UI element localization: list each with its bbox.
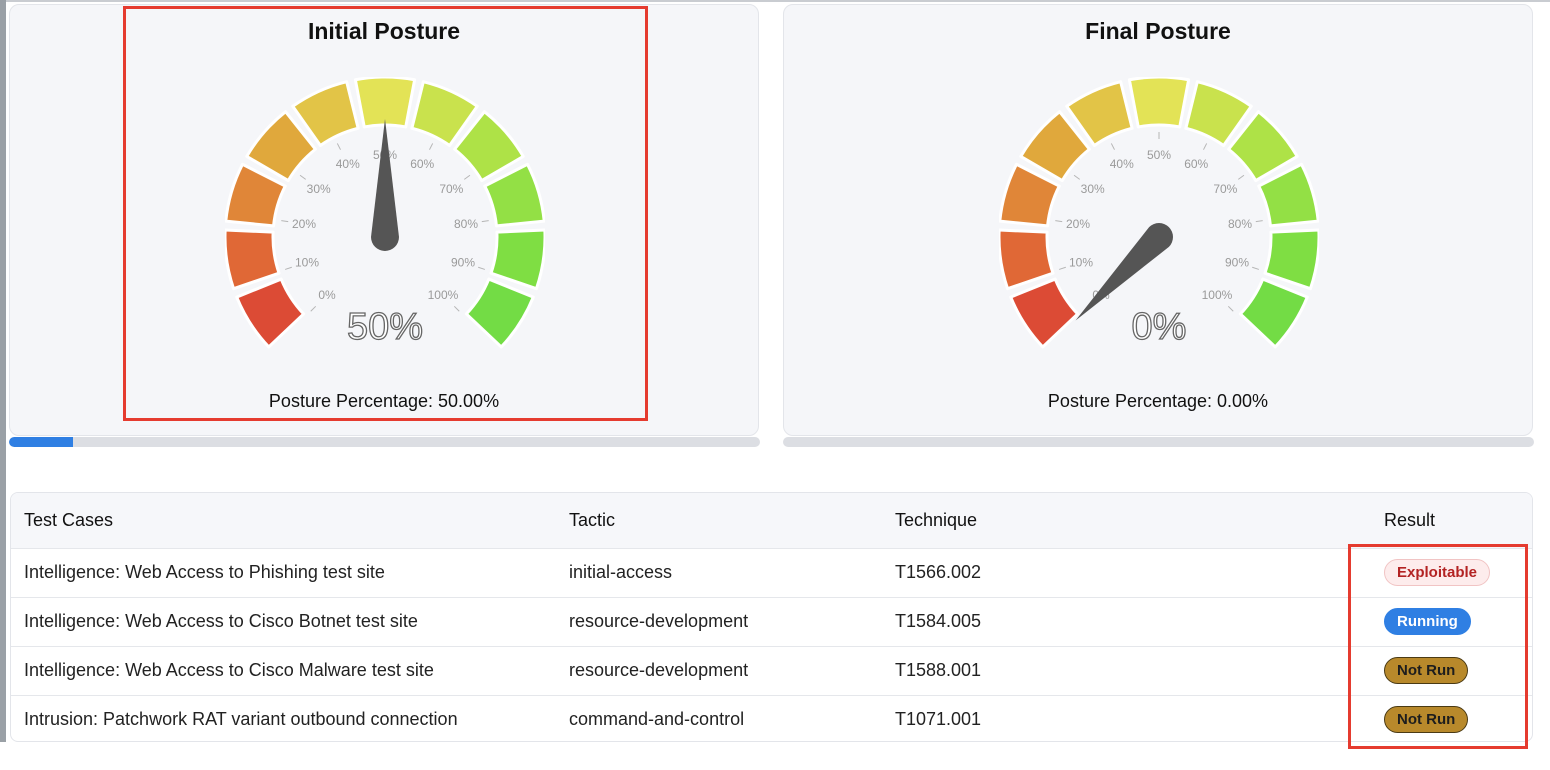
gauge-segment — [225, 228, 281, 291]
final-posture-title: Final Posture — [1085, 18, 1231, 44]
gauge-tick — [478, 266, 486, 270]
test-case-cell: Intelligence: Web Access to Cisco Malwar… — [24, 660, 434, 680]
test-case-cell: Intrusion: Patchwork RAT variant outboun… — [24, 709, 458, 730]
final-posture-percentage: Posture Percentage: 0.00% — [1047, 391, 1269, 411]
status-badge[interactable]: Not Run — [1384, 657, 1469, 684]
gauge-value-label: 0% — [1132, 306, 1187, 348]
gauge-tick — [481, 220, 489, 223]
status-badge[interactable]: Not Run — [1384, 706, 1469, 734]
gauge-tick — [284, 266, 292, 270]
gauge-tick — [1110, 143, 1115, 150]
gauge-segment — [1238, 277, 1309, 349]
gauge-tick — [453, 305, 460, 312]
status-badge[interactable]: Exploitable — [1384, 559, 1491, 586]
tactic-cell: resource-development — [569, 611, 749, 631]
gauge-tick-label: 10% — [295, 255, 319, 269]
header-result[interactable]: Result — [1371, 493, 1532, 548]
gauge-value-label: 50% — [347, 306, 423, 348]
initial-progress-fill — [9, 437, 73, 447]
gauge-tick-label: 10% — [1069, 255, 1093, 269]
gauge-tick — [299, 174, 307, 180]
gauge-segment — [235, 277, 306, 349]
gauge-tick-label: 30% — [307, 182, 331, 196]
gauge-segment — [489, 228, 545, 291]
app-frame: Initial Posture 0% 10% 20% 30% 40% 50% 60% 70% 8… — [0, 0, 1550, 770]
gauge-tick — [310, 305, 317, 312]
gauge-segment — [464, 277, 535, 349]
gauge-tick — [281, 220, 289, 223]
gauge-tick-label: 80% — [1228, 217, 1252, 231]
final-posture-gauge: 0%10%20%30%40%50%60%70%80%90%100%0% — [999, 77, 1319, 349]
gauge-tick-label: 70% — [1213, 182, 1237, 196]
technique-cell: T1584.005 — [895, 611, 982, 631]
header-test-cases[interactable]: Test Cases — [11, 493, 556, 548]
gauge-tick-label: 20% — [1066, 217, 1090, 231]
test-cases-table-card: Test Cases Tactic Technique Result Intel… — [10, 492, 1533, 742]
technique-cell: T1588.001 — [895, 660, 982, 680]
gauge-tick-label: 80% — [454, 217, 478, 231]
table-header-row: Test Cases Tactic Technique Result — [11, 493, 1532, 548]
gauge-needle — [371, 119, 399, 251]
gauge-tick — [429, 143, 434, 150]
test-case-cell: Intelligence: Web Access to Phishing tes… — [24, 562, 385, 582]
gauge-tick-label: 40% — [1110, 157, 1134, 171]
tactic-cell: command-and-control — [569, 709, 745, 730]
gauge-tick — [1237, 174, 1245, 180]
gauge-tick — [336, 143, 341, 150]
gauge-tick — [1073, 174, 1081, 180]
initial-posture-title: Initial Posture — [307, 18, 461, 44]
gauge-tick-label: 30% — [1081, 182, 1105, 196]
technique-cell: T1566.002 — [895, 562, 982, 582]
initial-posture-gauge: 0%10%20%30%40%50%60%70%80%90%100%50% — [225, 77, 545, 349]
tactic-cell: resource-development — [569, 660, 749, 680]
gauge-segment — [1127, 77, 1191, 129]
gauge-tick-label: 50% — [1147, 148, 1171, 162]
initial-posture-percentage: Posture Percentage: 50.00% — [268, 391, 500, 411]
table-row[interactable]: Intelligence: Web Access to Cisco Botnet… — [11, 597, 1532, 646]
result-cell: Exploitable — [1371, 548, 1532, 597]
result-cell: Running — [1371, 597, 1532, 646]
gauge-tick-label: 70% — [439, 182, 463, 196]
header-technique[interactable]: Technique — [882, 493, 1371, 548]
result-cell: Not Run — [1371, 695, 1532, 741]
gauge-tick-label: 60% — [410, 157, 434, 171]
gauge-tick — [1255, 220, 1263, 223]
gauge-tick — [1227, 305, 1234, 312]
gauge-tick-label: 100% — [1202, 288, 1233, 302]
gauge-tick-label: 90% — [451, 255, 475, 269]
gauge-tick — [463, 174, 471, 180]
gauge-segment — [1009, 277, 1080, 349]
gauge-tick-label: 100% — [428, 288, 459, 302]
gauge-tick-label: 20% — [292, 217, 316, 231]
table-row[interactable]: Intelligence: Web Access to Cisco Malwar… — [11, 646, 1532, 695]
header-tactic[interactable]: Tactic — [556, 493, 882, 548]
gauge-tick — [1058, 266, 1066, 270]
table-row[interactable]: Intelligence: Web Access to Phishing tes… — [11, 548, 1532, 597]
gauge-tick-label: 40% — [336, 157, 360, 171]
gauge-segment — [1263, 228, 1319, 291]
window-top-edge — [0, 0, 1550, 2]
gauge-tick — [1203, 143, 1208, 150]
tactic-cell: initial-access — [569, 562, 673, 582]
table-row[interactable]: Intrusion: Patchwork RAT variant outboun… — [11, 695, 1532, 741]
initial-posture-card: Initial Posture 0% 10% 20% 30% 40% 50% 60% 70% 8… — [9, 4, 759, 436]
gauge-tick — [1055, 220, 1063, 223]
gauge-tick-label: 60% — [1184, 157, 1208, 171]
window-left-edge — [0, 0, 6, 742]
technique-cell: T1071.001 — [895, 709, 982, 730]
test-case-cell: Intelligence: Web Access to Cisco Botnet… — [24, 611, 418, 631]
gauge-tick-label: 90% — [1225, 255, 1249, 269]
final-posture-card: Final Posture 0% 10% 20% 30% 40% 50% 60% 70% 80%… — [783, 4, 1533, 436]
status-badge[interactable]: Running — [1384, 608, 1471, 635]
initial-progress-bar — [9, 437, 760, 447]
test-cases-table: Test Cases Tactic Technique Result Intel… — [11, 493, 1532, 741]
final-progress-bar — [783, 437, 1534, 447]
gauge-segment — [999, 228, 1055, 291]
result-cell: Not Run — [1371, 646, 1532, 695]
gauge-tick-label: 0% — [318, 288, 336, 302]
gauge-tick — [1252, 266, 1260, 270]
